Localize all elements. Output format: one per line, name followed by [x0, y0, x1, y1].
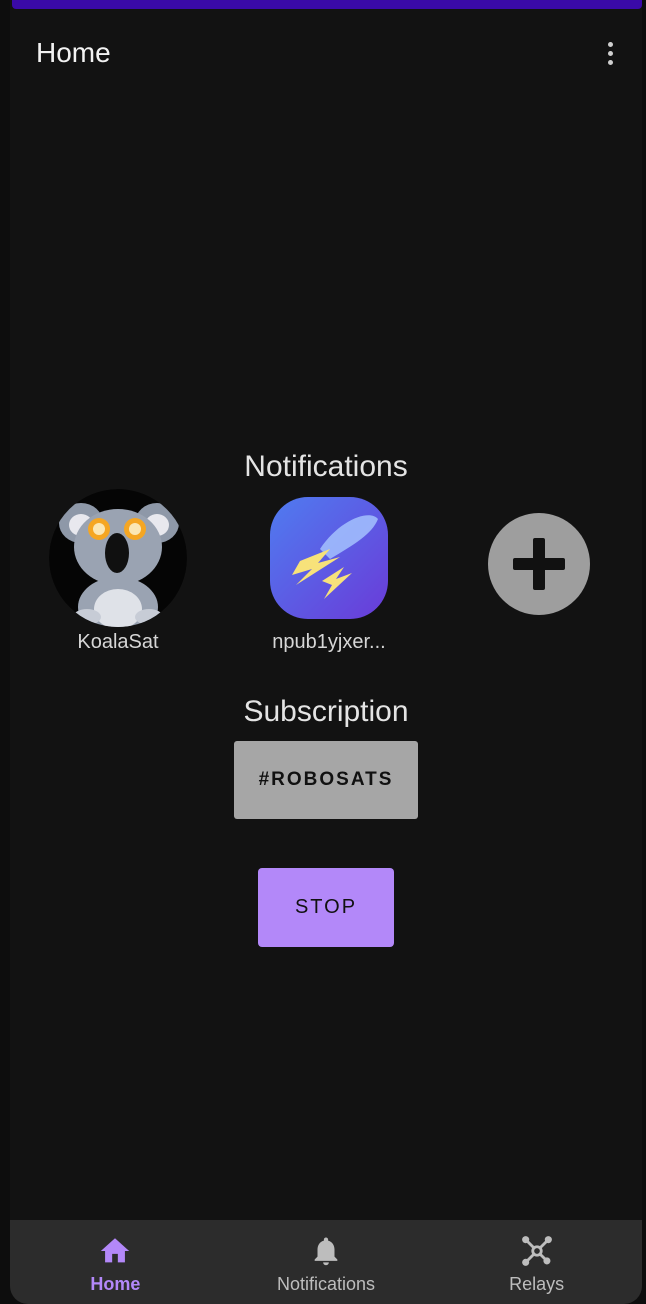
nav-label-home: Home [90, 1274, 141, 1294]
account-label-npub: npub1yjxer... [272, 631, 386, 653]
page-title: Home [36, 37, 111, 68]
account-label-koalasat: KoalaSat [77, 631, 159, 653]
bottom-navigation: Home Notifications Relays [10, 1220, 642, 1304]
add-icon [513, 538, 565, 590]
nav-item-notifications[interactable]: Notifications [221, 1220, 432, 1304]
stop-button[interactable]: STOP [258, 868, 394, 947]
nav-label-notifications: Notifications [276, 1274, 376, 1294]
account-npub[interactable]: npub1yjxer... [249, 489, 409, 654]
app-screen: Home Notifications KoalaSat npub1yjxer..… [10, 0, 642, 1304]
status-bar [12, 0, 642, 9]
koala-avatar[interactable] [49, 489, 187, 627]
subscription-tag-chip[interactable]: #ROBOSATS [234, 741, 418, 819]
add-account-button[interactable] [488, 513, 590, 615]
bell-icon [314, 1237, 338, 1266]
lightning-app-avatar[interactable] [260, 489, 398, 627]
nav-item-home[interactable]: Home [10, 1220, 221, 1304]
subscription-heading: Subscription [243, 695, 409, 728]
network-icon [521, 1236, 552, 1266]
nav-label-relays: Relays [509, 1274, 565, 1294]
notifications-heading: Notifications [244, 450, 408, 483]
nav-item-relays[interactable]: Relays [431, 1220, 642, 1304]
home-icon [101, 1238, 130, 1263]
more-vert-icon[interactable] [594, 33, 626, 73]
app-bar: Home [10, 9, 642, 101]
account-koalasat[interactable]: KoalaSat [38, 489, 198, 654]
